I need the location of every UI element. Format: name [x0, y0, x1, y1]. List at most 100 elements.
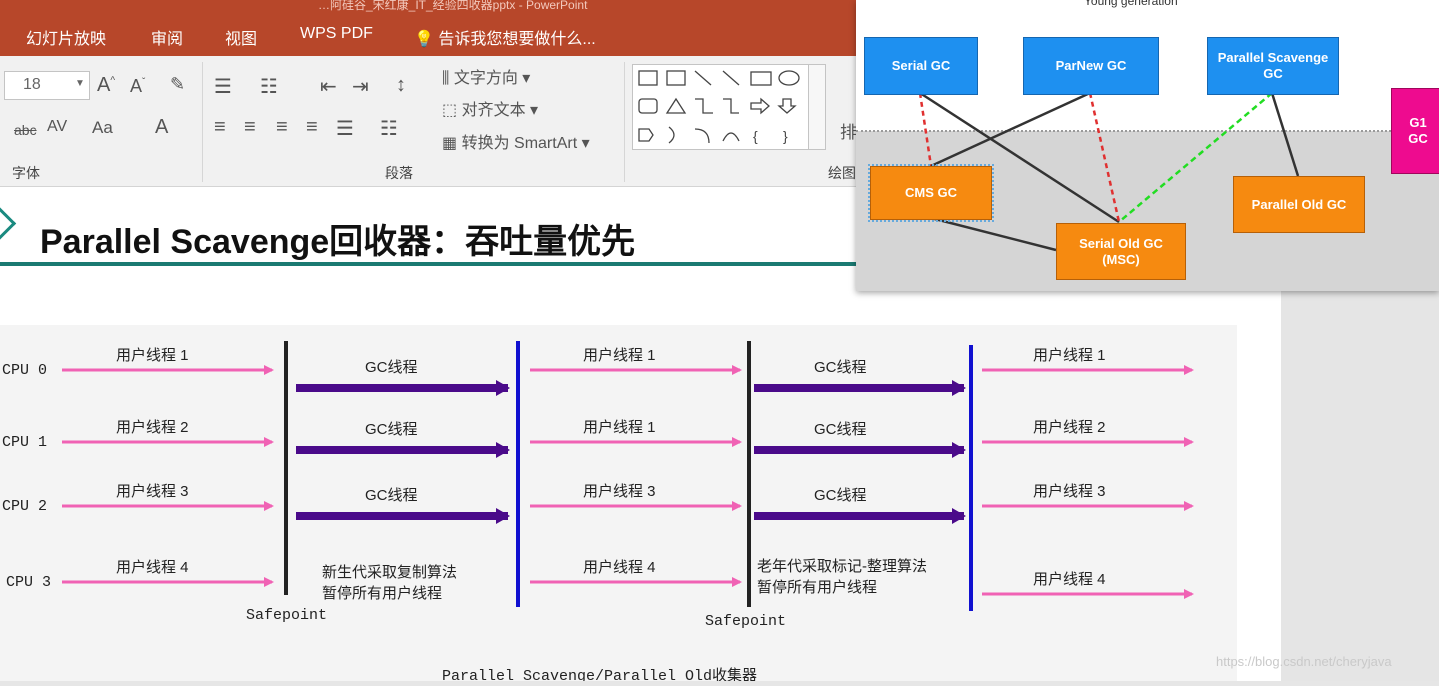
phase2-note-line1: 新生代采取复制算法: [322, 563, 457, 581]
user-thread-label: 用户线程 1: [583, 419, 656, 436]
group-label-draw: 绘图: [828, 165, 856, 181]
convert-smartart-button[interactable]: ▦ 转换为 SmartArt ▾: [442, 129, 590, 153]
watermark: https://blog.csdn.net/cheryjava: [1216, 654, 1392, 669]
user-thread-label: 用户线程 3: [116, 483, 189, 500]
serial-gc-box: Serial GC: [864, 37, 978, 95]
text-direction-label: 文字方向: [453, 70, 518, 87]
gc-thread-label: GC线程: [814, 487, 867, 504]
parallel-old-gc-box: Parallel Old GC: [1233, 176, 1365, 233]
window-title: …阿硅谷_宋红康_IT_经验四收器pptx - PowerPoint: [318, 0, 588, 12]
user-thread-label: 用户线程 1: [116, 347, 189, 364]
g1-gc-box: G1 GC: [1391, 88, 1439, 174]
user-thread-label: 用户线程 2: [116, 419, 189, 436]
distributed-icon[interactable]: ☰: [336, 116, 354, 141]
gallery-scrollbar[interactable]: [808, 64, 826, 150]
bullets-icon[interactable]: ☰: [214, 74, 232, 99]
serial-gc-label: Serial GC: [891, 58, 951, 73]
tell-me-text: 告诉我您想要做什么...: [438, 31, 596, 48]
user-thread-label: 用户线程 3: [583, 483, 656, 500]
parnew-gc-label: ParNew GC: [1055, 58, 1127, 73]
parallel-scavenge-label: Parallel Scavenge GC: [1218, 50, 1329, 82]
link-serial-cms: [918, 92, 933, 167]
tab-slideshow[interactable]: 幻灯片放映: [26, 25, 106, 49]
cpu-label: CPU 0: [2, 362, 47, 379]
char-spacing-button[interactable]: AV: [47, 118, 67, 136]
group-label-paragraph: 段落: [385, 165, 413, 181]
change-case-button[interactable]: Aa: [92, 118, 113, 138]
link-ps-parallelold: [1270, 92, 1300, 177]
link-cms-serialold: [930, 216, 1057, 252]
tab-view[interactable]: 视图: [225, 25, 257, 49]
smartart-icon: ▦: [442, 135, 458, 152]
diagram-caption: Parallel Scavenge/Parallel Old收集器: [442, 667, 757, 681]
group-label-font: 字体: [12, 165, 40, 181]
link-parnew-cms: [930, 91, 1091, 168]
numbering-icon[interactable]: ☷: [260, 74, 278, 99]
parallel-scavenge-line2: GC: [1263, 66, 1283, 81]
font-color-button[interactable]: A: [155, 116, 168, 139]
align-center-icon[interactable]: ≡: [244, 116, 256, 139]
gc-thread-label: GC线程: [365, 487, 418, 504]
decrease-indent-icon[interactable]: ⇤: [320, 74, 337, 99]
ribbon-separator: [202, 62, 203, 182]
tab-wps-pdf[interactable]: WPS PDF: [300, 25, 373, 43]
link-parnew-serialold: [1088, 92, 1121, 223]
slide-title: Parallel Scavenge回收器：吞吐量优先: [40, 223, 636, 261]
strikethrough-button[interactable]: abc: [14, 122, 37, 138]
chevron-right-icon: [0, 205, 17, 242]
shapes-gallery-icons: {}: [638, 70, 800, 144]
cpu-label: CPU 3: [6, 574, 51, 591]
font-size-value: 18: [23, 76, 41, 93]
user-thread-label: 用户线程 4: [116, 559, 189, 576]
safepoint-label: Safepoint: [705, 613, 786, 630]
grow-font-icon[interactable]: A^: [97, 74, 115, 97]
parallel-old-gc-label: Parallel Old GC: [1251, 196, 1347, 212]
gc-thread-label: GC线程: [365, 421, 418, 438]
user-thread-label: 用户线程 1: [583, 347, 656, 364]
title-underline: [0, 262, 860, 266]
parnew-gc-box: ParNew GC: [1023, 37, 1159, 95]
g1-line2: GC: [1408, 131, 1428, 146]
increase-indent-icon[interactable]: ⇥: [352, 74, 369, 99]
user-thread-label: 用户线程 4: [1033, 571, 1106, 588]
columns-icon[interactable]: ☷: [380, 116, 398, 141]
arrange-button[interactable]: 排: [840, 118, 857, 143]
font-size-select[interactable]: 18 ▼: [4, 71, 90, 100]
lightbulb-icon: 💡: [414, 31, 434, 48]
user-thread-label: 用户线程 3: [1033, 483, 1106, 500]
svg-text:}: }: [783, 128, 788, 144]
user-thread-label: 用户线程 4: [583, 559, 656, 576]
gc-thread-label: GC线程: [814, 421, 867, 438]
ribbon-separator: [624, 62, 625, 182]
shapes-gallery[interactable]: {}: [632, 64, 826, 150]
g1-gc-label: G1 GC: [1408, 115, 1428, 147]
svg-text:{: {: [753, 128, 758, 144]
user-thread-label: 用户线程 2: [1033, 419, 1106, 436]
gc-timeline-svg: CPU 0 CPU 1 CPU 2 CPU 3 用户线程 1 用户线程 2 用户线程 3 用户…: [2, 341, 1194, 685]
align-text-label: 对齐文本: [461, 102, 526, 119]
clear-format-icon[interactable]: ✎: [170, 74, 185, 95]
user-thread-label: 用户线程 1: [1033, 347, 1106, 364]
align-left-icon[interactable]: ≡: [214, 116, 226, 139]
parallel-scavenge-line1: Parallel Scavenge: [1217, 50, 1329, 65]
shrink-font-icon[interactable]: Aˇ: [130, 76, 145, 97]
cms-gc-label: CMS GC: [905, 185, 957, 200]
align-text-icon: ⬚: [442, 102, 458, 119]
justify-icon[interactable]: ≡: [306, 116, 318, 139]
line-spacing-icon[interactable]: ↕: [396, 74, 406, 97]
gc-timeline-diagram: CPU 0 CPU 1 CPU 2 CPU 3 用户线程 1 用户线程 2 用户线程 3 用户…: [0, 325, 1237, 685]
cpu-label: CPU 1: [2, 434, 47, 451]
convert-smartart-label: 转换为 SmartArt: [461, 135, 578, 152]
tell-me-box[interactable]: 💡 告诉我您想要做什么...: [414, 25, 596, 49]
parallel-scavenge-box: Parallel Scavenge GC: [1207, 37, 1339, 95]
tab-review[interactable]: 审阅: [151, 25, 183, 49]
align-right-icon[interactable]: ≡: [276, 116, 288, 139]
text-direction-button[interactable]: ⫼ 文字方向 ▾: [442, 64, 530, 88]
cms-gc-box: CMS GC: [868, 164, 994, 222]
gc-thread-label: GC线程: [365, 359, 418, 376]
phase2-note-line2: 暂停所有用户线程: [322, 585, 442, 602]
align-text-button[interactable]: ⬚ 对齐文本 ▾: [442, 96, 538, 120]
text-direction-icon: ⫼: [442, 70, 450, 87]
serial-old-line2: (MSC): [1102, 251, 1140, 267]
phase4-note-line2: 暂停所有用户线程: [757, 579, 877, 596]
